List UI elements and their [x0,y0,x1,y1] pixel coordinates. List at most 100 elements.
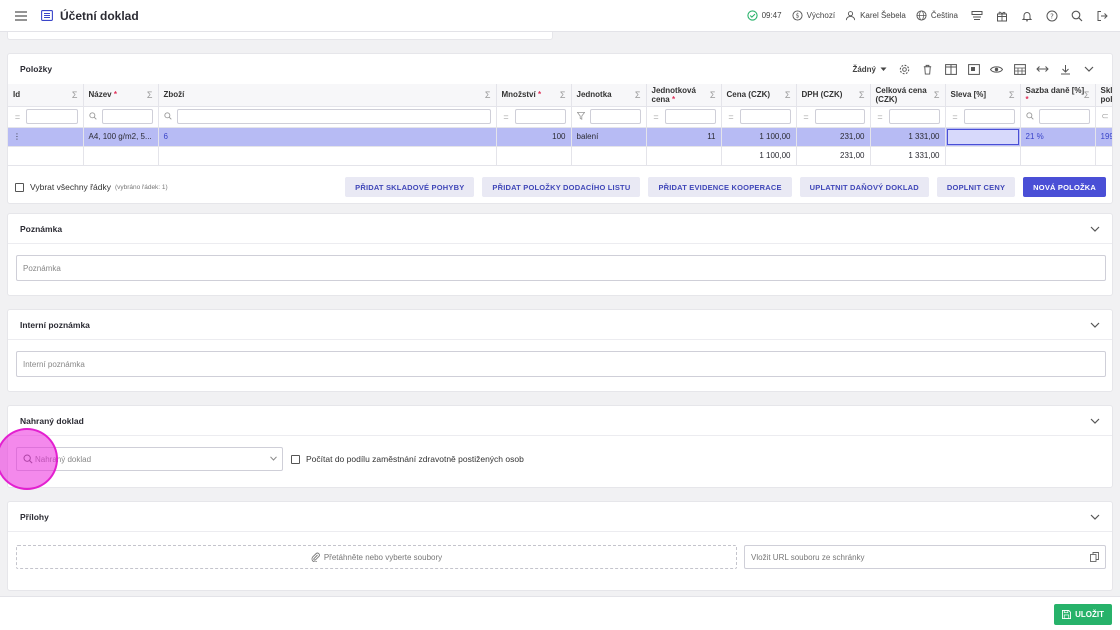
search-icon[interactable] [1070,9,1083,22]
svg-text:$: $ [795,13,799,20]
copy-icon [1090,552,1099,562]
bottom-action-bar: ULOŽIT [0,596,1120,630]
note-input[interactable]: Poznámka [16,255,1106,281]
user-menu[interactable]: Karel Šebela [845,10,906,21]
cell-goods[interactable]: 6 [158,127,497,147]
file-drop-zone[interactable]: Přetáhněte nebo vyberte soubory [16,545,737,569]
logout-icon[interactable] [1095,9,1108,22]
items-footer: Vybrat všechny řádky (vybráno řádek: 1) … [8,170,1112,204]
filter-input-name[interactable] [101,109,153,124]
help-icon[interactable]: ? [1045,9,1058,22]
search-filter-icon [1026,111,1035,122]
cell-total[interactable]: 1 331,00 [870,127,946,147]
row-actions[interactable]: ⋮ [8,127,84,147]
note-header[interactable]: Poznámka [8,214,1112,244]
column-header-name[interactable]: Název * Σ [83,84,159,107]
sum-row: 1 100,00 231,00 1 331,00 [8,146,1112,166]
column-header-vat[interactable]: DPH (CZK) Σ [796,84,871,107]
view-select-value: Žádný [852,64,876,74]
trash-icon[interactable] [916,61,939,77]
internal-note-card: Interní poznámka Interní poznámka [7,309,1113,392]
select-all-rows[interactable]: Vybrat všechny řádky (vybráno řádek: 1) [15,182,168,192]
column-header-unit[interactable]: Jednotka Σ [571,84,647,107]
cell-tax-rate[interactable]: 21 % [1020,127,1096,147]
column-header-discount[interactable]: Sleva [%] Σ [945,84,1021,107]
filter-input-quantity[interactable] [514,109,566,124]
filter-input-goods[interactable] [176,109,491,124]
cell-unit-price[interactable]: 11 [646,127,722,147]
cell-quantity[interactable]: 100 [496,127,572,147]
hamburger-menu-icon[interactable] [14,9,28,23]
filter-input-id[interactable] [26,109,78,124]
user-icon [845,11,856,21]
chevron-down-icon[interactable] [1077,61,1100,77]
save-button[interactable]: ULOŽIT [1054,604,1112,625]
sum-icon: Σ [71,90,78,100]
column-header-goods[interactable]: Zboží Σ [158,84,497,107]
profile-selector[interactable]: $ Výchozí [792,10,835,21]
sum-icon: Σ [634,90,641,100]
column-header-price[interactable]: Cena (CZK) Σ [721,84,797,107]
column-header-stock[interactable]: Skla pohy [1095,84,1112,107]
sum-total: 1 331,00 [870,146,946,166]
disabled-share-option[interactable]: Počítat do podílu zaměstnání zdravotně p… [291,454,524,464]
new-item-button[interactable]: NOVÁ POLOŽKA [1023,177,1106,197]
language-label: Čeština [930,11,958,20]
filter-input-price[interactable] [739,109,791,124]
chevron-down-icon [1090,514,1100,520]
image-grid-icon[interactable] [962,61,985,77]
add-delivery-items-button[interactable]: PŘIDAT POLOŽKY DODACÍHO LISTU [482,177,641,197]
equals-filter-icon: = [14,111,21,122]
equals-filter-icon: = [503,111,509,122]
column-header-quantity[interactable]: Množství * Σ [496,84,572,107]
equals-filter-icon: = [728,111,734,122]
fill-prices-button[interactable]: DOPLNIT CENY [936,177,1016,197]
column-header-unit-price[interactable]: Jednotková cena * Σ [646,84,722,107]
select-all-checkbox[interactable] [15,182,24,192]
internal-note-input[interactable]: Interní poznámka [16,351,1106,377]
filter-input-vat[interactable] [814,109,865,124]
bell-icon[interactable] [1020,9,1033,22]
language-selector[interactable]: Čeština [916,10,958,21]
table-row[interactable]: ⋮ A4, 100 g/m2, 5... 6 100 balení 11 1 1… [8,127,1112,147]
filter-input-unit-price[interactable] [664,109,716,124]
active-cell-editor[interactable] [946,128,1019,145]
column-header-id[interactable]: Id Σ [8,84,84,107]
add-stock-moves-button[interactable]: PŘIDAT SKLADOVÉ POHYBY [345,177,475,197]
cell-discount[interactable] [945,127,1021,147]
settings-gear-icon[interactable] [893,61,916,77]
cell-unit[interactable]: balení [571,127,647,147]
replaced-doc-header[interactable]: Nahraný doklad [8,406,1112,436]
subset-filter-icon: ⊂ [1101,111,1109,121]
cell-stock[interactable]: 199 [1095,127,1112,147]
layers-icon[interactable] [970,9,983,22]
filter-input-unit[interactable] [589,109,641,124]
funnel-filter-icon [576,111,586,122]
disabled-share-label: Počítat do podílu zaměstnání zdravotně p… [306,454,524,464]
column-header-tax-rate[interactable]: Sazba daně [%] * Σ [1020,84,1096,107]
eye-icon[interactable] [985,61,1008,77]
cell-vat[interactable]: 231,00 [796,127,871,147]
internal-note-header[interactable]: Interní poznámka [8,310,1112,340]
disabled-share-checkbox[interactable] [291,454,300,464]
note-title: Poznámka [20,223,63,234]
table-filter-icon[interactable] [1008,61,1031,77]
filter-input-total[interactable] [888,109,940,124]
chevron-down-icon [1090,226,1100,232]
view-select[interactable]: Žádný [852,65,887,74]
filter-input-tax-rate[interactable] [1038,109,1090,124]
add-cooperation-button[interactable]: PŘIDAT EVIDENCE KOOPERACE [648,177,792,197]
column-header-total[interactable]: Celková cena (CZK) Σ [870,84,946,107]
apply-tax-doc-button[interactable]: UPLATNIT DAŇOVÝ DOKLAD [799,177,929,197]
download-icon[interactable] [1054,61,1077,77]
clock-status[interactable]: 09:47 [746,10,782,21]
cell-name[interactable]: A4, 100 g/m2, 5... [83,127,159,147]
cell-price[interactable]: 1 100,00 [721,127,797,147]
gift-icon[interactable] [995,9,1008,22]
columns-icon[interactable] [939,61,962,77]
expand-width-icon[interactable] [1031,61,1054,77]
filter-input-discount[interactable] [963,109,1015,124]
file-url-input[interactable]: Vložit URL souboru ze schránky [744,545,1106,569]
attachments-header[interactable]: Přílohy [8,502,1112,532]
chevron-down-icon [1090,418,1100,424]
